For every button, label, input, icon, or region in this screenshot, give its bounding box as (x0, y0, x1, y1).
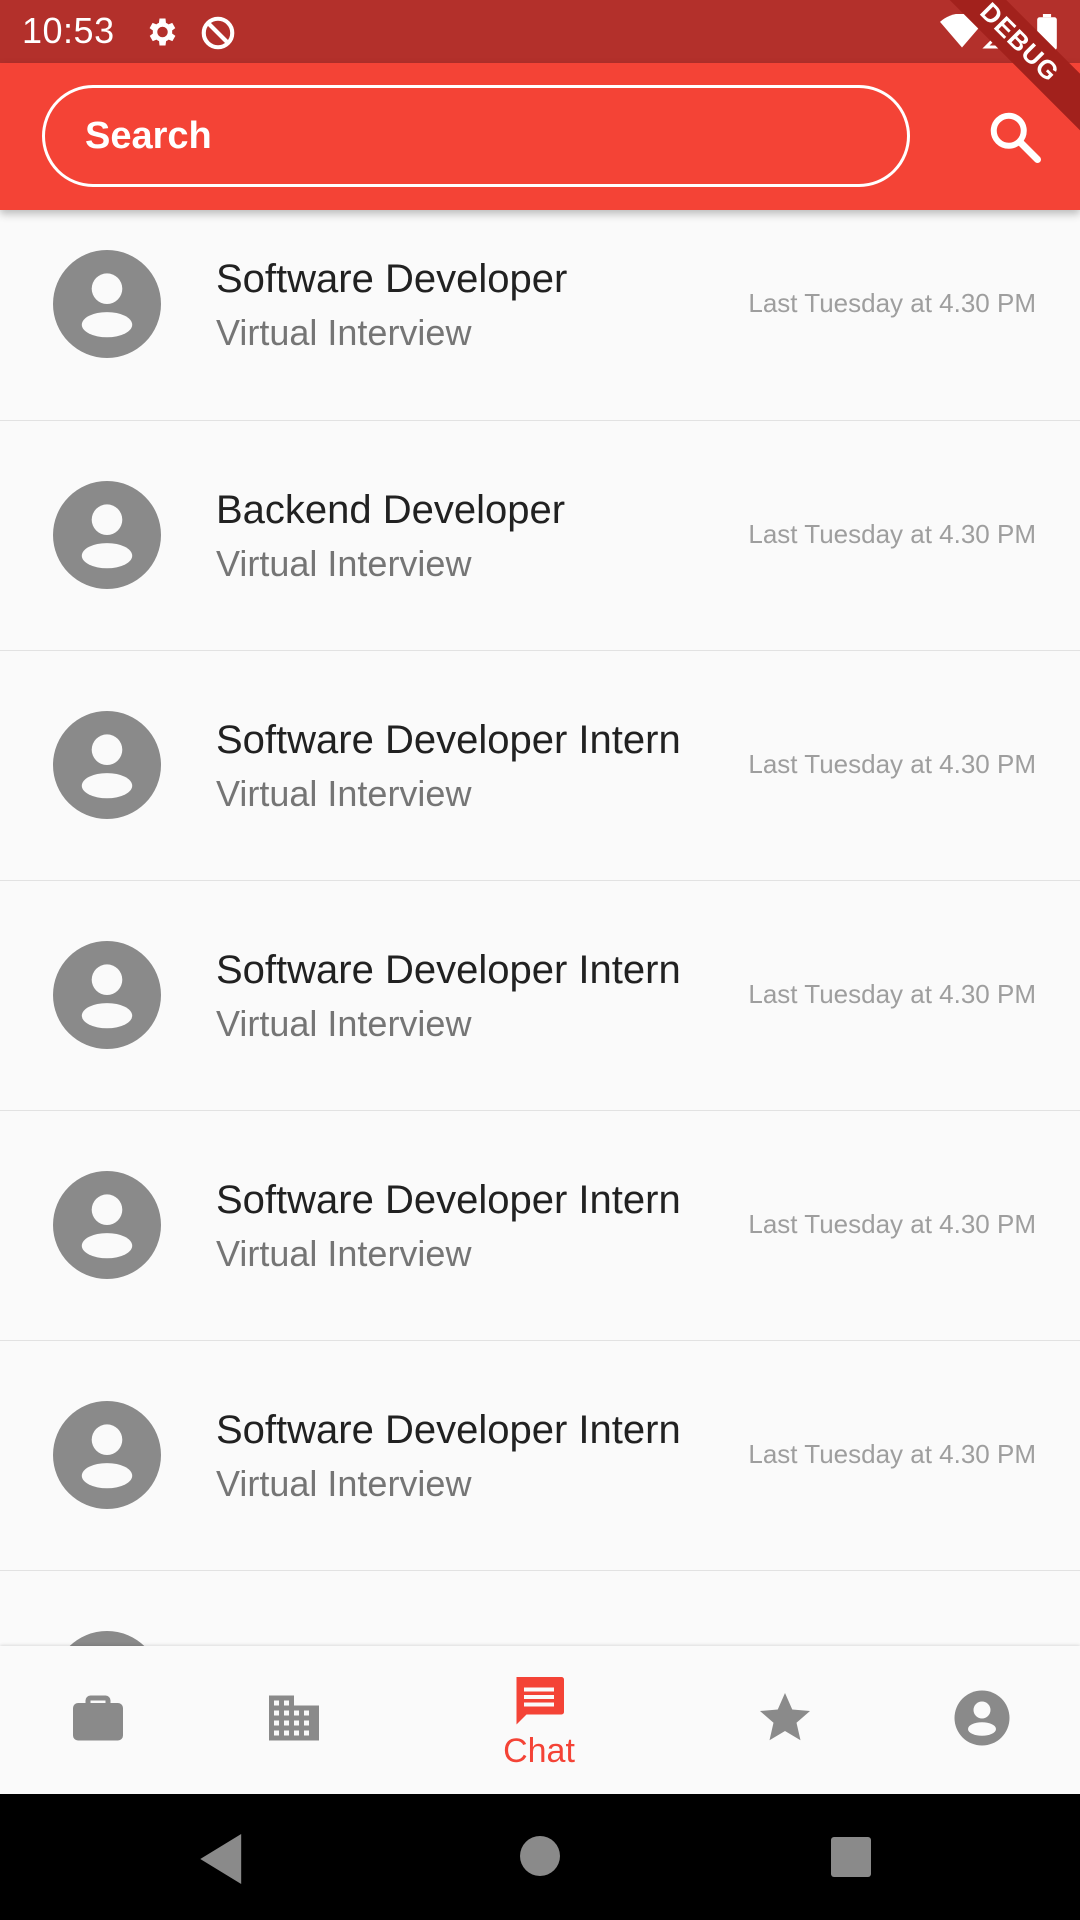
item-subtitle: Virtual Interview (216, 1233, 472, 1274)
system-navigation-bar (0, 1794, 1080, 1920)
nav-item-favorites[interactable] (715, 1646, 855, 1794)
search-icon (985, 112, 1045, 171)
nav-item-chat[interactable]: Chat (469, 1646, 609, 1794)
item-time: Last Tuesday at 4.30 PM (748, 1209, 1036, 1239)
chat-icon (509, 1672, 569, 1732)
item-title: Software Developer (216, 257, 568, 301)
avatar-icon (53, 250, 161, 358)
list-item[interactable]: Software Developer Intern Virtual Interv… (0, 1341, 1080, 1571)
list-item[interactable]: Backend Developer Virtual Interview Last… (0, 421, 1080, 651)
search-placeholder: Search (85, 115, 212, 157)
status-time: 10:53 (22, 10, 115, 51)
account-icon (952, 1688, 1012, 1748)
do-not-disturb-icon (199, 14, 237, 57)
building-icon (264, 1688, 324, 1748)
item-title: Software Developer Intern (216, 1408, 681, 1452)
home-icon[interactable] (520, 1836, 560, 1881)
item-time: Last Tuesday at 4.30 PM (748, 979, 1036, 1009)
list-item[interactable]: Software Developer Intern Virtual Interv… (0, 881, 1080, 1111)
app-bar: Search (0, 63, 1080, 210)
search-field[interactable]: Search (42, 85, 910, 187)
nav-label-chat: Chat (503, 1732, 575, 1770)
chat-list[interactable]: Software Developer Virtual Interview Las… (0, 210, 1080, 1646)
item-subtitle: Virtual Interview (216, 543, 472, 584)
list-item[interactable]: Software Developer Intern Virtual Interv… (0, 1111, 1080, 1341)
list-item[interactable]: Software Developer Intern Virtual Interv… (0, 651, 1080, 881)
avatar-icon (53, 1401, 161, 1509)
briefcase-icon (68, 1688, 128, 1748)
avatar-icon (53, 711, 161, 819)
list-item[interactable]: Software Developer Virtual Interview Las… (0, 210, 1080, 421)
item-title: Software Developer Intern (216, 1178, 681, 1222)
item-subtitle: Virtual Interview (216, 1463, 472, 1504)
avatar-icon (53, 1171, 161, 1279)
status-bar: 10:53 (0, 0, 1080, 63)
item-title: Backend Developer (216, 488, 566, 532)
nav-item-companies[interactable] (224, 1646, 364, 1794)
star-icon (755, 1688, 815, 1748)
back-icon[interactable] (200, 1834, 246, 1889)
item-subtitle: Virtual Interview (216, 312, 472, 353)
item-time: Last Tuesday at 4.30 PM (748, 1439, 1036, 1469)
list-item[interactable] (0, 1571, 1080, 1646)
item-time: Last Tuesday at 4.30 PM (748, 288, 1036, 318)
avatar-icon (53, 941, 161, 1049)
bottom-navigation: Chat (0, 1646, 1080, 1794)
avatar-icon (53, 481, 161, 589)
settings-icon (143, 14, 179, 55)
item-time: Last Tuesday at 4.30 PM (748, 749, 1036, 779)
item-subtitle: Virtual Interview (216, 1003, 472, 1044)
item-subtitle: Virtual Interview (216, 773, 472, 814)
nav-item-profile[interactable] (912, 1646, 1052, 1794)
nav-item-jobs[interactable] (28, 1646, 168, 1794)
avatar-icon (53, 1631, 161, 1646)
recents-icon[interactable] (831, 1837, 871, 1882)
item-title: Software Developer Intern (216, 718, 681, 762)
search-button[interactable] (985, 107, 1045, 167)
item-title: Software Developer Intern (216, 948, 681, 992)
item-time: Last Tuesday at 4.30 PM (748, 519, 1036, 549)
